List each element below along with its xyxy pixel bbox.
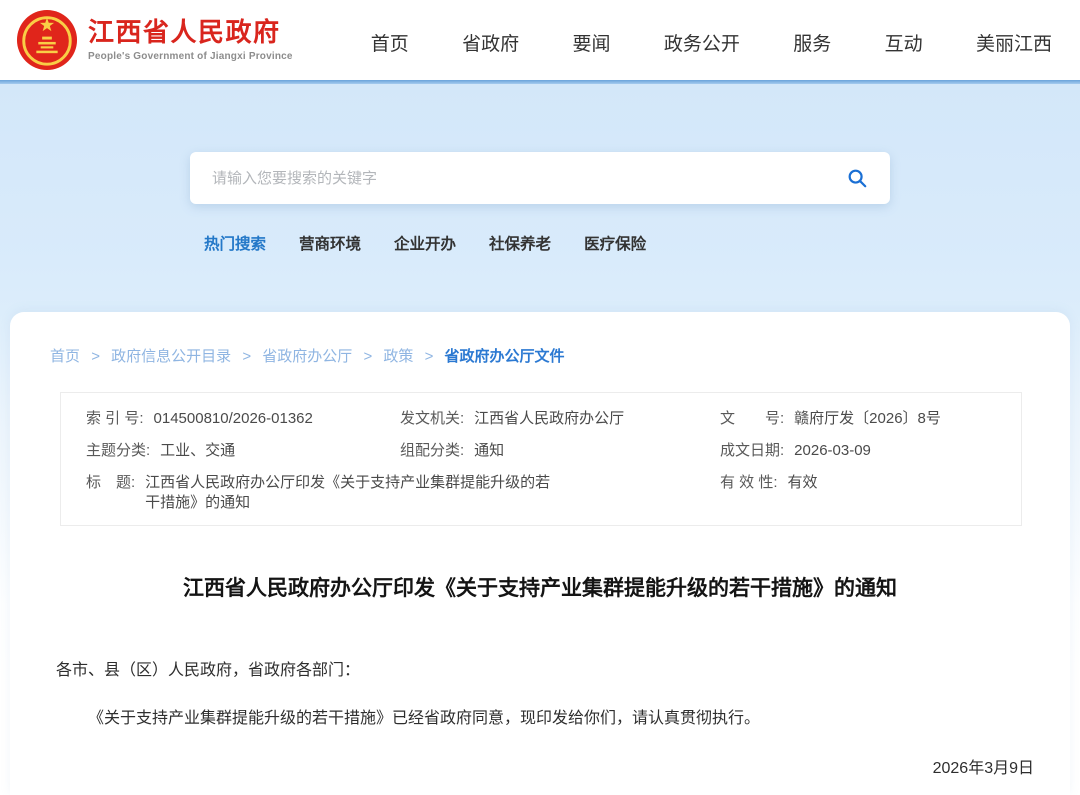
hot-word-medical-insurance[interactable]: 医疗保险 [584, 232, 646, 254]
meta-label: 标 题: [86, 474, 136, 491]
breadcrumb-home[interactable]: 首页 [50, 348, 80, 365]
breadcrumb-separator: > [363, 348, 373, 365]
meta-field-validity: 有 效 性: 有效 [720, 473, 1021, 513]
breadcrumb-info-directory[interactable]: 政府信息公开目录 [111, 348, 231, 365]
nav-item-beautiful-jiangxi[interactable]: 美丽江西 [976, 29, 1052, 56]
meta-field-issuer: 发文机关: 江西省人民政府办公厅 [400, 409, 720, 429]
meta-value: 有效 [787, 474, 818, 491]
document-salutation: 各市、县（区）人民政府，省政府各部门： [56, 662, 361, 679]
search-box [190, 152, 890, 204]
meta-field-date: 成文日期: 2026-03-09 [720, 441, 1021, 461]
meta-label: 有 效 性: [720, 474, 778, 491]
nav-item-government[interactable]: 省政府 [462, 29, 519, 56]
search-icon [848, 169, 867, 188]
meta-value: 通知 [474, 442, 505, 459]
meta-row: 标 题: 江西省人民政府办公厅印发《关于支持产业集群提能升级的若干措施》的通知 … [86, 473, 1021, 513]
meta-row: 索 引 号: 014500810/2026-01362 发文机关: 江西省人民政… [86, 409, 1021, 429]
site-header: 江西省人民政府 People's Government of Jiangxi P… [0, 0, 1080, 80]
nav-item-home[interactable]: 首页 [371, 29, 409, 56]
hot-search-label: 热门搜索 [204, 236, 267, 253]
hot-word-business-env[interactable]: 营商环境 [299, 232, 361, 254]
breadcrumb-current: 省政府办公厅文件 [444, 348, 565, 365]
breadcrumb-general-office[interactable]: 省政府办公厅 [262, 348, 352, 365]
document-title: 江西省人民政府办公厅印发《关于支持产业集群提能升级的若干措施》的通知 [183, 577, 897, 600]
meta-field-title: 标 题: 江西省人民政府办公厅印发《关于支持产业集群提能升级的若干措施》的通知 [86, 473, 720, 513]
meta-value: 江西省人民政府办公厅 [474, 410, 625, 427]
meta-field-doc-number: 文 号: 赣府厅发〔2026〕8号 [720, 409, 1021, 429]
document-body-paragraph: 《关于支持产业集群提能升级的若干措施》已经省政府同意，现印发给你们，请认真贯彻执… [88, 710, 761, 727]
logo-text: 江西省人民政府 People's Government of Jiangxi P… [88, 17, 293, 62]
content-card: 首页 > 政府信息公开目录 > 省政府办公厅 > 政策 > 省政府办公厅文件 索… [10, 312, 1070, 795]
hot-word-company-setup[interactable]: 企业开办 [394, 232, 456, 254]
meta-row: 主题分类: 工业、交通 组配分类: 通知 成文日期: 2026-03-09 [86, 441, 1021, 461]
nav-item-interaction[interactable]: 互动 [885, 29, 923, 56]
national-emblem-icon [16, 9, 78, 71]
meta-value: 工业、交通 [160, 442, 236, 459]
meta-label: 索 引 号: [86, 410, 144, 427]
nav-item-services[interactable]: 服务 [793, 29, 831, 56]
hero-section: 热门搜索 营商环境 企业开办 社保养老 医疗保险 [0, 84, 1080, 312]
breadcrumb-separator: > [91, 348, 100, 365]
breadcrumb-policy[interactable]: 政策 [383, 348, 413, 365]
meta-value: 江西省人民政府办公厅印发《关于支持产业集群提能升级的若干措施》的通知 [145, 474, 551, 511]
site-name-english: People's Government of Jiangxi Province [88, 50, 293, 62]
nav-item-news[interactable]: 要闻 [572, 29, 610, 56]
document-date: 2026年3月9日 [932, 760, 1034, 777]
meta-field-index: 索 引 号: 014500810/2026-01362 [86, 409, 400, 429]
meta-label: 发文机关: [400, 410, 465, 427]
search-button[interactable] [844, 165, 870, 191]
breadcrumb-separator: > [242, 348, 252, 365]
site-logo[interactable]: 江西省人民政府 People's Government of Jiangxi P… [16, 9, 293, 71]
meta-value: 2026-03-09 [794, 442, 871, 459]
hot-word-social-security[interactable]: 社保养老 [489, 232, 551, 254]
meta-label: 文 号: [720, 410, 785, 427]
breadcrumb: 首页 > 政府信息公开目录 > 省政府办公厅 > 政策 > 省政府办公厅文件 [10, 312, 1070, 366]
meta-label: 成文日期: [720, 442, 785, 459]
page-background: 热门搜索 营商环境 企业开办 社保养老 医疗保险 首页 > 政府信息公开目录 >… [0, 84, 1080, 795]
breadcrumb-separator: > [424, 348, 434, 365]
main-nav: 首页 省政府 要闻 政务公开 服务 互动 美丽江西 [371, 29, 1052, 56]
meta-label: 组配分类: [400, 442, 465, 459]
meta-field-group: 组配分类: 通知 [400, 441, 720, 461]
nav-item-disclosure[interactable]: 政务公开 [664, 29, 740, 56]
meta-field-topic: 主题分类: 工业、交通 [86, 441, 400, 461]
meta-value: 014500810/2026-01362 [153, 410, 313, 427]
meta-label: 主题分类: [86, 442, 151, 459]
search-input[interactable] [212, 169, 844, 187]
site-name: 江西省人民政府 [88, 17, 281, 48]
hot-search-row: 热门搜索 营商环境 企业开办 社保养老 医疗保险 [204, 232, 1080, 254]
document-meta-table: 索 引 号: 014500810/2026-01362 发文机关: 江西省人民政… [60, 392, 1022, 526]
meta-value: 赣府厅发〔2026〕8号 [794, 410, 941, 427]
